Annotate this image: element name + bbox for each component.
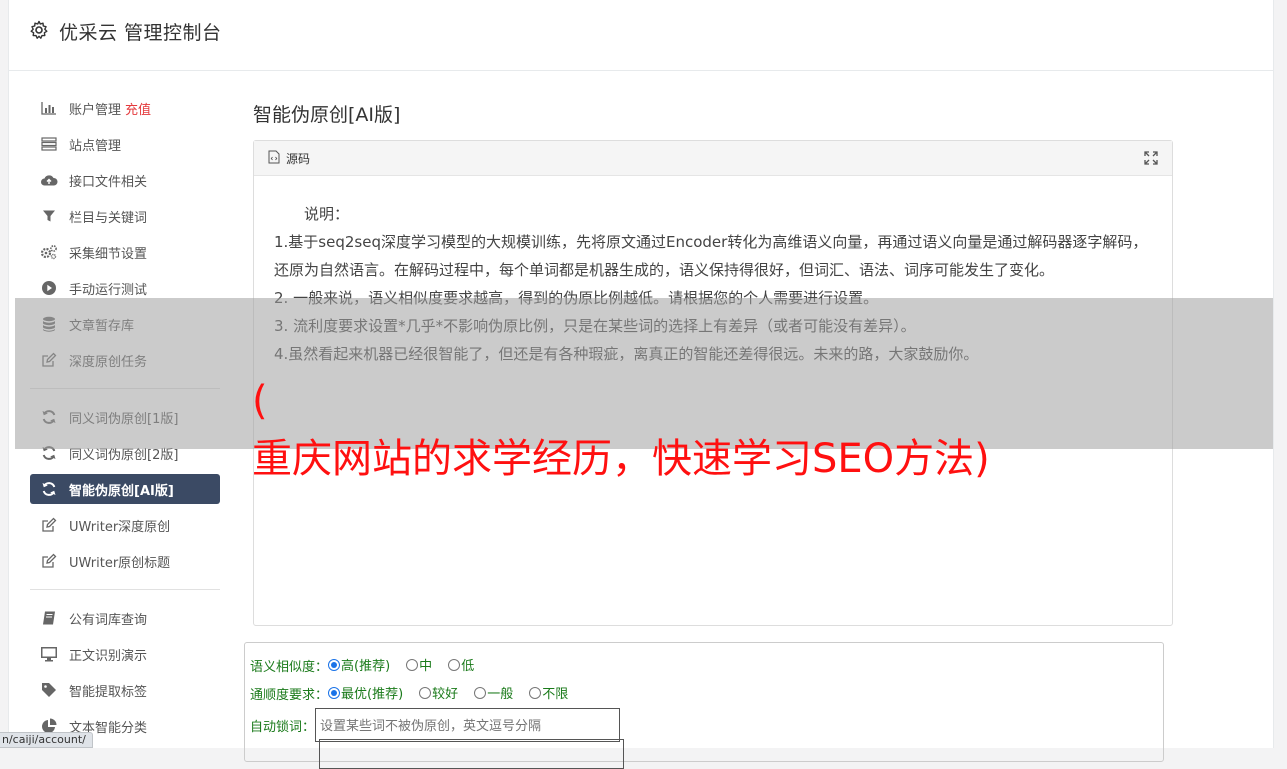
similarity-option-0[interactable]: 高(推荐) bbox=[328, 655, 390, 674]
fluency-option-2[interactable]: 一般 bbox=[474, 683, 513, 702]
fluency-radio[interactable] bbox=[474, 686, 487, 699]
fluency-row: 通顺度要求： 最优(推荐) 较好 一般 不限 bbox=[250, 679, 1158, 707]
similarity-option-label: 高(推荐) bbox=[341, 659, 391, 675]
description-line: 说明： bbox=[274, 205, 350, 223]
play-circle-icon bbox=[40, 279, 58, 297]
page-title: 智能伪原创[AI版] bbox=[253, 104, 401, 126]
sidebar-item-group1-0[interactable]: 账户管理 充值 bbox=[30, 90, 220, 126]
similarity-radio[interactable] bbox=[328, 658, 341, 671]
edit-icon bbox=[40, 516, 58, 534]
sidebar-item-group3-2[interactable]: 智能提取标签 bbox=[30, 672, 220, 708]
similarity-option-label: 中 bbox=[419, 659, 433, 675]
fluency-radio[interactable] bbox=[328, 686, 341, 699]
file-code-icon bbox=[268, 150, 280, 167]
similarity-option-1[interactable]: 中 bbox=[406, 655, 432, 674]
fluency-option-1[interactable]: 较好 bbox=[419, 683, 458, 702]
fluency-option-0[interactable]: 最优(推荐) bbox=[328, 683, 403, 702]
sidebar-item-group2-3[interactable]: UWriter深度原创 bbox=[30, 507, 220, 543]
sidebar-item-group2-4[interactable]: UWriter原创标题 bbox=[30, 543, 220, 579]
sidebar-item-group1-1[interactable]: 站点管理 bbox=[30, 126, 220, 162]
list-icon bbox=[40, 135, 58, 153]
overlay-line-1: ( bbox=[252, 378, 268, 424]
fluency-option-label: 较好 bbox=[432, 687, 459, 703]
sidebar-divider bbox=[30, 589, 220, 590]
top-bar: 优采云 管理控制台 bbox=[9, 0, 1273, 71]
gear-icon[interactable] bbox=[29, 20, 49, 40]
similarity-row: 语义相似度： 高(推荐) 中 低 bbox=[250, 651, 1158, 679]
fluency-radio[interactable] bbox=[529, 686, 542, 699]
overlay-text: ( 重庆网站的求学经历，快速学习SEO方法) bbox=[252, 372, 990, 488]
sidebar-item-label: 账户管理 bbox=[69, 102, 122, 118]
fluency-option-label: 最优(推荐) bbox=[341, 687, 404, 703]
lock-label: 自动锁词： bbox=[250, 719, 316, 735]
similarity-label: 语义相似度： bbox=[250, 659, 329, 675]
sidebar-item-group3-0[interactable]: 公有词库查询 bbox=[30, 600, 220, 636]
book-icon bbox=[40, 609, 58, 627]
sidebar-item-label: UWriter原创标题 bbox=[69, 555, 171, 571]
fluency-option-label: 一般 bbox=[487, 687, 514, 703]
lock-words-input[interactable] bbox=[315, 708, 621, 742]
expand-icon[interactable] bbox=[1144, 151, 1158, 168]
sidebar-item-label: 公有词库查询 bbox=[69, 612, 148, 628]
overlay-line-2: 重庆网站的求学经历，快速学习SEO方法) bbox=[252, 436, 990, 482]
sidebar-item-label: 采集细节设置 bbox=[69, 246, 148, 262]
similarity-radio[interactable] bbox=[448, 658, 461, 671]
filter-icon bbox=[40, 207, 58, 225]
sidebar-item-group1-3[interactable]: 栏目与关键词 bbox=[30, 198, 220, 234]
panel-header-label: 源码 bbox=[286, 151, 311, 166]
similarity-option-label: 低 bbox=[461, 659, 475, 675]
fluency-label: 通顺度要求： bbox=[250, 687, 329, 703]
refresh-icon bbox=[40, 480, 58, 498]
sidebar-item-label: 智能伪原创[AI版] bbox=[69, 483, 174, 499]
sidebar-item-label: 智能提取标签 bbox=[69, 684, 148, 700]
description-line: 1.基于seq2seq深度学习模型的大规模训练，先将原文通过Encoder转化为… bbox=[274, 233, 1148, 279]
fluency-option-3[interactable]: 不限 bbox=[529, 683, 568, 702]
status-bar-url: n/caiji/account/ bbox=[0, 732, 93, 748]
recharge-link[interactable]: 充值 bbox=[125, 99, 151, 118]
similarity-radio[interactable] bbox=[406, 658, 419, 671]
sidebar-item-label: 栏目与关键词 bbox=[69, 210, 148, 226]
app-title: 优采云 管理控制台 bbox=[59, 22, 222, 44]
sidebar-item-group3-1[interactable]: 正文识别演示 bbox=[30, 636, 220, 672]
desktop-icon bbox=[40, 645, 58, 663]
sidebar-item-label: 正文识别演示 bbox=[69, 648, 148, 664]
similarity-option-2[interactable]: 低 bbox=[448, 655, 474, 674]
secondary-input[interactable] bbox=[319, 739, 624, 769]
edit-icon bbox=[40, 552, 58, 570]
cogs-icon bbox=[40, 243, 58, 261]
panel-header: 源码 bbox=[254, 141, 1172, 176]
sidebar-item-label: 站点管理 bbox=[69, 138, 122, 154]
sidebar-item-label: 接口文件相关 bbox=[69, 174, 148, 190]
sidebar-item-group1-2[interactable]: 接口文件相关 bbox=[30, 162, 220, 198]
sidebar-item-group1-4[interactable]: 采集细节设置 bbox=[30, 234, 220, 270]
fluency-radio[interactable] bbox=[419, 686, 432, 699]
options-form: 语义相似度： 高(推荐) 中 低 通顺度要求： 最优(推荐) 较好 一般 不限 自动锁词： bbox=[244, 642, 1164, 769]
tag-icon bbox=[40, 681, 58, 699]
lock-row: 自动锁词： bbox=[250, 707, 1158, 743]
sidebar-item-group2-2[interactable]: 智能伪原创[AI版] bbox=[30, 474, 220, 504]
fluency-option-label: 不限 bbox=[542, 687, 569, 703]
sidebar-item-label: 手动运行测试 bbox=[69, 282, 148, 298]
bar-chart-icon bbox=[40, 99, 58, 117]
cloud-upload-icon bbox=[40, 171, 58, 189]
sidebar-item-label: UWriter深度原创 bbox=[69, 519, 171, 535]
